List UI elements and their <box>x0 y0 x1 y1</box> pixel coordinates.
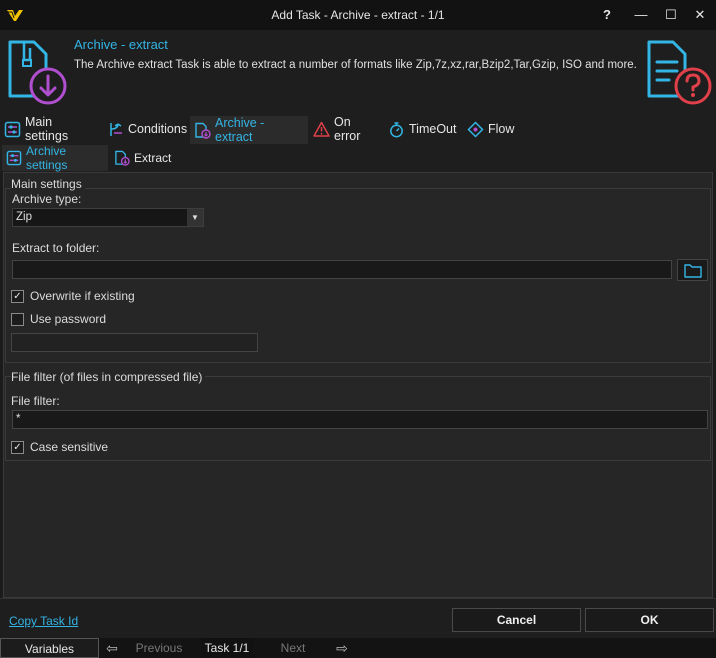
help-button[interactable]: ? <box>593 5 621 25</box>
minimize-button[interactable]: — <box>627 5 655 25</box>
use-password-check-box[interactable] <box>11 312 24 326</box>
tab-conditions-label: Conditions <box>128 122 188 136</box>
archive-type-select[interactable]: Zip ▼ <box>12 208 204 227</box>
tab-timeout[interactable]: TimeOut <box>384 116 462 142</box>
use-password-checkbox[interactable]: Use password <box>11 312 106 326</box>
archive-type-label: Archive type: <box>12 192 82 206</box>
maximize-button[interactable]: ☐ <box>657 5 685 25</box>
extract-folder-label: Extract to folder: <box>12 241 100 255</box>
help-document-icon[interactable] <box>643 38 713 109</box>
extract-folder-input[interactable] <box>12 260 672 279</box>
tab-on-error[interactable]: On error <box>309 115 383 143</box>
archive-icon <box>115 150 130 166</box>
tab-conditions[interactable]: Conditions <box>103 116 189 142</box>
close-button[interactable]: ✕ <box>686 5 714 25</box>
branch-icon <box>110 122 122 136</box>
subtab-extract[interactable]: Extract <box>110 145 178 171</box>
task-position: Task 1/1 <box>201 638 253 658</box>
settings-panel: Main settings Archive type: Zip ▼ Extrac… <box>3 172 713 598</box>
tab-on-error-label: On error <box>334 115 361 143</box>
folder-icon <box>684 263 702 281</box>
tab-main-settings-label: Main settings <box>25 115 69 143</box>
task-title: Archive - extract <box>74 37 168 52</box>
browse-folder-button[interactable] <box>677 259 708 281</box>
subtab-archive-settings[interactable]: Archive settings <box>2 144 108 172</box>
variables-button[interactable]: Variables <box>0 638 99 658</box>
chevron-down-icon[interactable]: ▼ <box>187 209 203 226</box>
archive-extract-icon <box>2 38 68 109</box>
tab-flow[interactable]: Flow <box>463 116 517 142</box>
case-sensitive-check-box[interactable]: ✓ <box>11 440 24 454</box>
copy-task-id-link[interactable]: Copy Task Id <box>9 614 78 628</box>
overwrite-check-box[interactable]: ✓ <box>11 289 24 303</box>
tab-timeout-label: TimeOut <box>409 122 457 136</box>
tab-archive-extract[interactable]: Archive - extract <box>190 116 308 144</box>
subtab-archive-settings-label: Archive settings <box>26 144 68 172</box>
case-sensitive-label: Case sensitive <box>30 440 109 454</box>
file-filter-input[interactable]: * <box>12 410 708 429</box>
tab-main-settings[interactable]: Main settings <box>0 115 102 143</box>
sliders-icon <box>4 121 21 137</box>
subtab-extract-label: Extract <box>134 151 172 165</box>
sub-tab-bar: Archive settings Extract <box>0 144 716 172</box>
task-description: The Archive extract Task is able to extr… <box>74 59 637 71</box>
previous-button[interactable]: Previous <box>128 638 190 658</box>
file-filter-label: File filter: <box>11 394 60 408</box>
ok-button[interactable]: OK <box>585 608 714 632</box>
archive-type-value: Zip <box>16 211 32 223</box>
arrow-right-icon[interactable]: ⇨ <box>330 638 354 658</box>
arrow-left-icon[interactable]: ⇦ <box>101 638 123 658</box>
overwrite-label: Overwrite if existing <box>30 289 135 303</box>
cancel-button[interactable]: Cancel <box>452 608 581 632</box>
tab-archive-extract-label: Archive - extract <box>215 116 265 144</box>
title-bar: Add Task - Archive - extract - 1/1 ? — ☐… <box>0 0 716 30</box>
file-filter-title: File filter (of files in compressed file… <box>11 370 206 384</box>
main-settings-title: Main settings <box>11 177 85 191</box>
tab-flow-label: Flow <box>488 122 515 136</box>
next-button[interactable]: Next <box>268 638 318 658</box>
use-password-label: Use password <box>30 312 107 326</box>
overwrite-checkbox[interactable]: ✓ Overwrite if existing <box>11 289 135 303</box>
case-sensitive-checkbox[interactable]: ✓ Case sensitive <box>11 440 108 454</box>
task-header: Archive - extract The Archive extract Ta… <box>0 30 716 114</box>
password-input[interactable] <box>11 333 258 352</box>
archive-icon <box>195 122 211 139</box>
stopwatch-icon <box>390 121 403 137</box>
flow-icon <box>467 120 484 138</box>
warning-icon <box>313 121 330 137</box>
main-tab-bar: Main settings Conditions Archive - extra… <box>0 114 716 144</box>
sliders-icon <box>6 150 22 166</box>
